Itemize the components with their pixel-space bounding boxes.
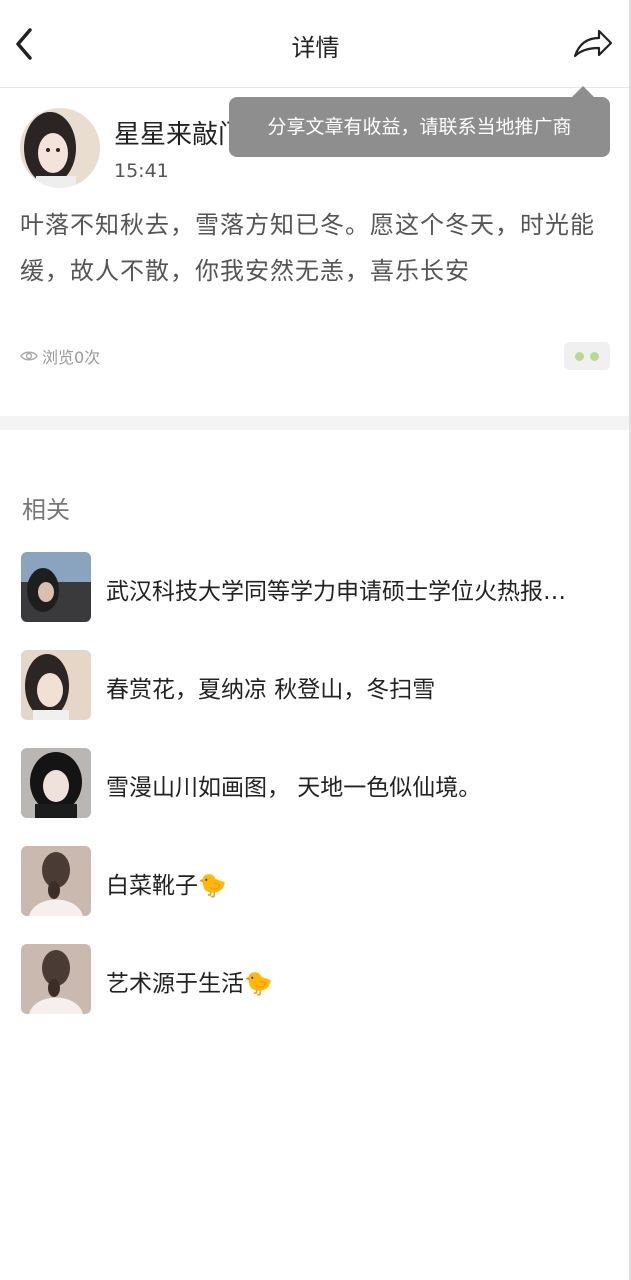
- eye-icon: [20, 351, 38, 361]
- thumbnail-image: [21, 846, 91, 916]
- related-thumbnail: [21, 846, 91, 916]
- related-item-title: 艺术源于生活🐤: [106, 971, 273, 997]
- dot-icon: [575, 351, 584, 361]
- avatar-image: [20, 108, 100, 188]
- related-item-title: 春赏花，夏纳凉 秋登山，冬扫雪: [106, 677, 436, 703]
- related-item[interactable]: 武汉科技大学同等学力申请硕士学位火热报…: [0, 552, 631, 650]
- dot-icon: [590, 351, 599, 361]
- related-list: 武汉科技大学同等学力申请硕士学位火热报… 春赏花，夏纳凉 秋登山，冬扫雪 雪漫山…: [0, 552, 631, 1042]
- related-thumbnail: [21, 748, 91, 818]
- thumbnail-image: [21, 552, 91, 622]
- post-time: 15:41: [114, 160, 169, 182]
- related-section-title: 相关: [22, 496, 70, 524]
- more-options-button[interactable]: [564, 342, 610, 370]
- related-item-title: 雪漫山川如画图， 天地一色似仙境。: [106, 775, 482, 801]
- related-item[interactable]: 艺术源于生活🐤: [0, 944, 631, 1042]
- thumbnail-image: [21, 748, 91, 818]
- related-item[interactable]: 雪漫山川如画图， 天地一色似仙境。: [0, 748, 631, 846]
- author-avatar[interactable]: [20, 108, 100, 188]
- related-item-title: 白菜靴子🐤: [106, 873, 227, 899]
- related-item[interactable]: 春赏花，夏纳凉 秋登山，冬扫雪: [0, 650, 631, 748]
- share-tooltip[interactable]: 分享文章有收益，请联系当地推广商: [229, 97, 610, 157]
- related-thumbnail: [21, 552, 91, 622]
- related-thumbnail: [21, 650, 91, 720]
- related-item[interactable]: 白菜靴子🐤: [0, 846, 631, 944]
- view-count: 浏览0次: [20, 344, 100, 368]
- thumbnail-image: [21, 650, 91, 720]
- tooltip-arrow: [572, 86, 594, 97]
- top-bar: 详情: [0, 0, 631, 88]
- section-divider: [0, 416, 631, 430]
- related-item-title: 武汉科技大学同等学力申请硕士学位火热报…: [106, 579, 566, 605]
- thumbnail-image: [21, 944, 91, 1014]
- view-count-label: 浏览0次: [42, 348, 101, 367]
- share-arrow-icon: [573, 29, 613, 58]
- post-content: 叶落不知秋去，雪落方知已冬。愿这个冬天，时光能缓，故人不散，你我安然无恙，喜乐长…: [20, 211, 595, 285]
- page-title: 详情: [291, 34, 340, 62]
- related-thumbnail: [21, 944, 91, 1014]
- share-button[interactable]: [571, 24, 615, 64]
